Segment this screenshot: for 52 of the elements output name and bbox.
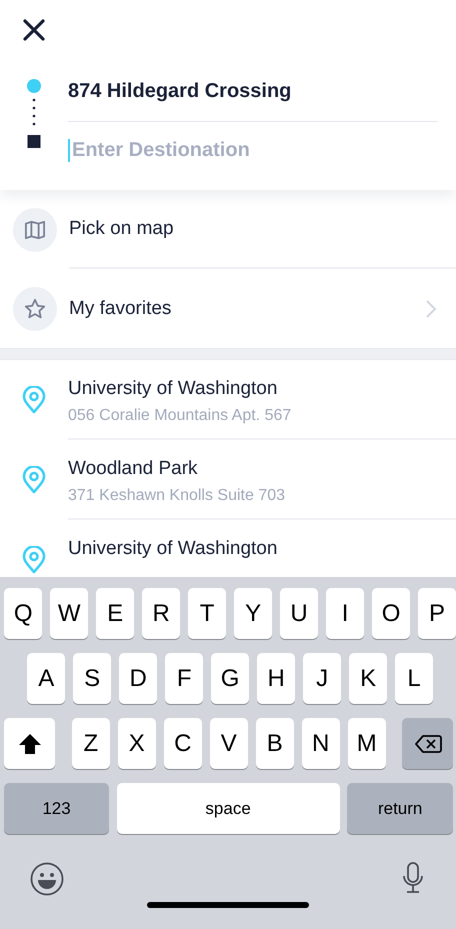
key[interactable]: H xyxy=(256,653,296,704)
key[interactable]: T xyxy=(188,588,226,639)
option-label[interactable]: My favorites xyxy=(69,298,172,320)
place-address: 056 Coralie Mountains Apt. 567 xyxy=(68,406,292,426)
map-icon xyxy=(24,220,46,240)
shift-key[interactable] xyxy=(4,718,55,769)
close-button[interactable] xyxy=(22,18,46,42)
key[interactable]: N xyxy=(302,718,340,769)
key[interactable]: D xyxy=(118,653,158,704)
key[interactable]: M xyxy=(348,718,386,769)
delete-key[interactable] xyxy=(402,718,454,769)
key[interactable]: I xyxy=(326,588,364,639)
origin-field[interactable]: 874 Hildegard Crossing xyxy=(68,66,438,122)
key[interactable]: C xyxy=(164,718,202,769)
key[interactable]: S xyxy=(72,653,112,704)
route-line-icon xyxy=(26,78,42,150)
shift-arrow-icon xyxy=(18,732,42,754)
key[interactable]: Z xyxy=(72,718,110,769)
space-key[interactable]: space xyxy=(116,783,340,834)
key[interactable]: W xyxy=(50,588,88,639)
key[interactable]: X xyxy=(118,718,156,769)
key[interactable]: J xyxy=(302,653,342,704)
return-key[interactable]: return xyxy=(347,783,454,834)
backspace-icon xyxy=(414,734,442,754)
place-name[interactable]: Woodland Park xyxy=(68,457,456,481)
location-pin-icon xyxy=(22,386,46,414)
key[interactable]: Q xyxy=(4,588,42,639)
numbers-key[interactable]: 123 xyxy=(4,783,109,834)
key[interactable]: K xyxy=(348,653,388,704)
place-name[interactable]: University of Washington xyxy=(68,377,456,401)
key[interactable]: Y xyxy=(234,588,272,639)
key[interactable]: P xyxy=(418,588,456,639)
location-pin-icon xyxy=(22,546,46,574)
option-label[interactable]: Pick on map xyxy=(69,218,174,240)
key[interactable]: O xyxy=(372,588,410,639)
place-address: 371 Keshawn Knolls Suite 703 xyxy=(68,486,286,506)
key[interactable]: V xyxy=(210,718,248,769)
key[interactable]: A xyxy=(27,653,66,704)
key[interactable]: G xyxy=(210,653,250,704)
emoji-icon[interactable] xyxy=(30,862,64,896)
key[interactable]: E xyxy=(96,588,134,639)
key[interactable]: F xyxy=(164,653,204,704)
microphone-icon[interactable] xyxy=(402,862,424,894)
place-name[interactable]: University of Washington xyxy=(68,537,456,561)
location-pin-icon xyxy=(22,466,46,494)
key[interactable]: U xyxy=(280,588,318,639)
favorites-option-button[interactable] xyxy=(13,286,57,330)
key[interactable]: L xyxy=(394,653,434,704)
key[interactable]: R xyxy=(142,588,180,639)
star-icon xyxy=(24,298,46,320)
map-option-button[interactable] xyxy=(13,208,57,252)
key[interactable]: B xyxy=(256,718,294,769)
